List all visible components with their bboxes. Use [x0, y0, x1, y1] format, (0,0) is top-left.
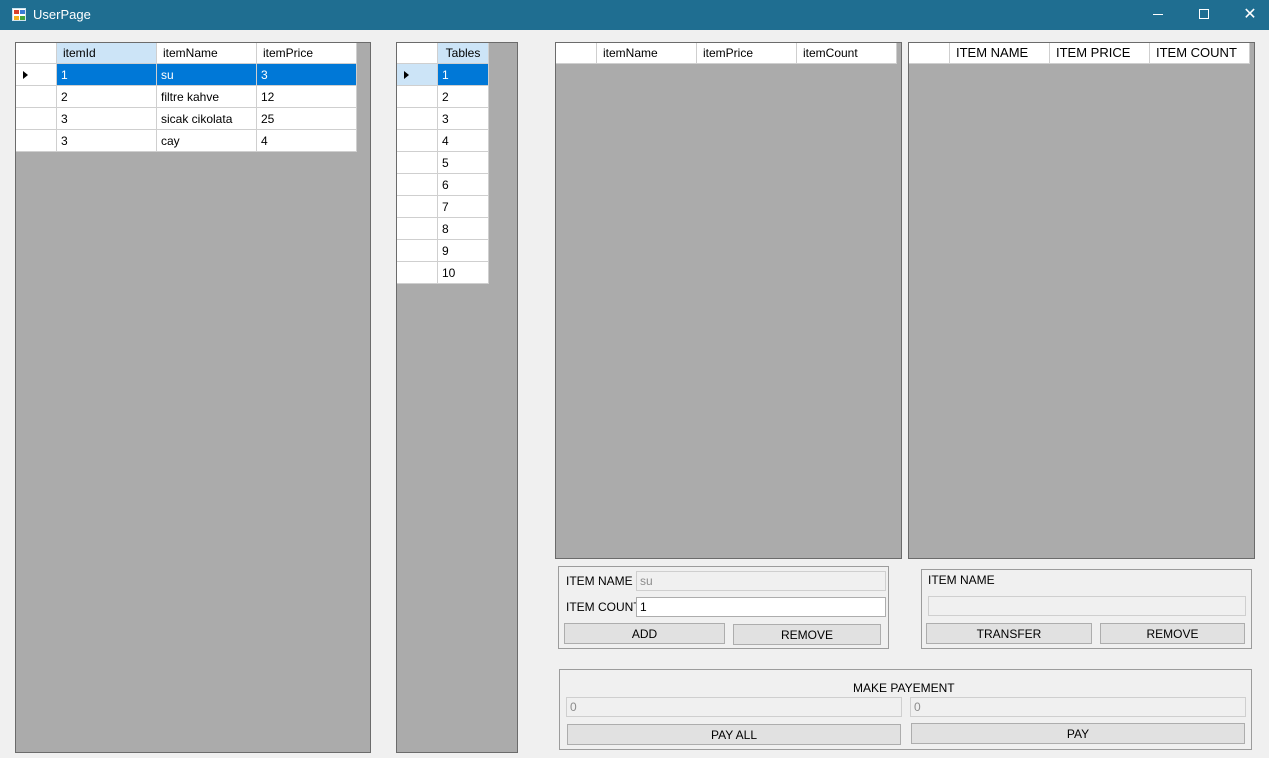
tables-grid-row-header[interactable]	[397, 86, 438, 108]
transfer-grid-header-item-price[interactable]: ITEM PRICE	[1050, 43, 1150, 64]
tables-grid-cell[interactable]: 6	[438, 174, 489, 196]
transfer-item-name-label: ITEM NAME	[928, 573, 995, 587]
tables-grid-cell[interactable]: 3	[438, 108, 489, 130]
item-count-label: ITEM COUNT	[566, 600, 641, 614]
items-grid-cell[interactable]: 2	[57, 86, 157, 108]
transfer-grid-header-item-count[interactable]: ITEM COUNT	[1150, 43, 1250, 64]
tables-grid-cell[interactable]: 8	[438, 218, 489, 240]
transfer-item-name-field[interactable]	[928, 596, 1246, 616]
item-name-label: ITEM NAME	[566, 574, 633, 588]
tables-grid-row-header[interactable]	[397, 64, 438, 86]
item-name-field[interactable]	[636, 571, 886, 591]
tables-grid-row-header[interactable]	[397, 130, 438, 152]
items-grid-cell[interactable]: cay	[157, 130, 257, 152]
items-grid-header-itemname[interactable]: itemName	[157, 43, 257, 64]
total-amount-field[interactable]	[566, 697, 902, 717]
current-row-icon	[404, 71, 409, 79]
tables-grid-cell[interactable]: 9	[438, 240, 489, 262]
items-grid-cell[interactable]: 25	[257, 108, 357, 130]
maximize-button[interactable]	[1181, 0, 1227, 30]
tables-grid[interactable]: Tables 1 2 3 4 5 6 7 8 9 10	[396, 42, 518, 753]
window-title: UserPage	[33, 7, 91, 22]
order-grid-header-itemprice[interactable]: itemPrice	[697, 43, 797, 64]
items-grid-cell[interactable]: sicak cikolata	[157, 108, 257, 130]
transfer-remove-button[interactable]: REMOVE	[1100, 623, 1245, 644]
add-button[interactable]: ADD	[564, 623, 725, 644]
tables-grid-cell[interactable]: 10	[438, 262, 489, 284]
tables-grid-corner-header[interactable]	[397, 43, 438, 64]
tables-grid-cell[interactable]: 5	[438, 152, 489, 174]
items-grid-cell[interactable]: 12	[257, 86, 357, 108]
tables-grid-row-header[interactable]	[397, 240, 438, 262]
transfer-grid-header-item-name[interactable]: ITEM NAME	[950, 43, 1050, 64]
items-grid-row-header[interactable]	[16, 130, 57, 152]
order-grid-header-itemcount[interactable]: itemCount	[797, 43, 897, 64]
transfer-grid[interactable]: ITEM NAME ITEM PRICE ITEM COUNT	[908, 42, 1255, 559]
make-payment-label: MAKE PAYEMENT	[853, 681, 955, 695]
items-grid[interactable]: itemId itemName itemPrice 1 su 3 2 filtr…	[15, 42, 371, 753]
remove-button[interactable]: REMOVE	[733, 624, 881, 645]
items-grid-row-header[interactable]	[16, 108, 57, 130]
transfer-grid-corner-header[interactable]	[909, 43, 950, 64]
tables-grid-row-header[interactable]	[397, 152, 438, 174]
title-bar: UserPage ✕	[0, 0, 1269, 30]
tables-grid-row-header[interactable]	[397, 174, 438, 196]
items-grid-cell[interactable]: 3	[57, 108, 157, 130]
close-button[interactable]: ✕	[1227, 0, 1269, 30]
app-icon[interactable]	[12, 8, 26, 21]
items-grid-cell[interactable]: su	[157, 64, 257, 86]
item-count-field[interactable]	[636, 597, 886, 617]
minimize-icon	[1153, 14, 1163, 15]
items-grid-cell[interactable]: 3	[57, 130, 157, 152]
items-grid-row-header[interactable]	[16, 86, 57, 108]
tables-grid-row-header[interactable]	[397, 196, 438, 218]
tables-grid-header[interactable]: Tables	[438, 43, 489, 64]
order-grid-header-itemname[interactable]: itemName	[597, 43, 697, 64]
items-grid-corner-header[interactable]	[16, 43, 57, 64]
items-grid-cell[interactable]: 1	[57, 64, 157, 86]
order-grid-corner-header[interactable]	[556, 43, 597, 64]
payment-amount-field[interactable]	[910, 697, 1246, 717]
items-grid-cell[interactable]: 4	[257, 130, 357, 152]
maximize-icon	[1199, 9, 1209, 19]
tables-grid-cell[interactable]: 2	[438, 86, 489, 108]
items-grid-cell[interactable]: filtre kahve	[157, 86, 257, 108]
items-grid-header-itemprice[interactable]: itemPrice	[257, 43, 357, 64]
items-grid-row-header[interactable]	[16, 64, 57, 86]
transfer-button[interactable]: TRANSFER	[926, 623, 1092, 644]
minimize-button[interactable]	[1135, 0, 1181, 30]
tables-grid-row-header[interactable]	[397, 108, 438, 130]
tables-grid-cell[interactable]: 7	[438, 196, 489, 218]
tables-grid-row-header[interactable]	[397, 262, 438, 284]
close-icon: ✕	[1243, 4, 1257, 23]
pay-button[interactable]: PAY	[911, 723, 1245, 744]
current-row-icon	[23, 71, 28, 79]
items-grid-cell[interactable]: 3	[257, 64, 357, 86]
tables-grid-row-header[interactable]	[397, 218, 438, 240]
items-grid-header-itemid[interactable]: itemId	[57, 43, 157, 64]
tables-grid-cell[interactable]: 4	[438, 130, 489, 152]
order-grid[interactable]: itemName itemPrice itemCount	[555, 42, 902, 559]
tables-grid-cell[interactable]: 1	[438, 64, 489, 86]
pay-all-button[interactable]: PAY ALL	[567, 724, 901, 745]
